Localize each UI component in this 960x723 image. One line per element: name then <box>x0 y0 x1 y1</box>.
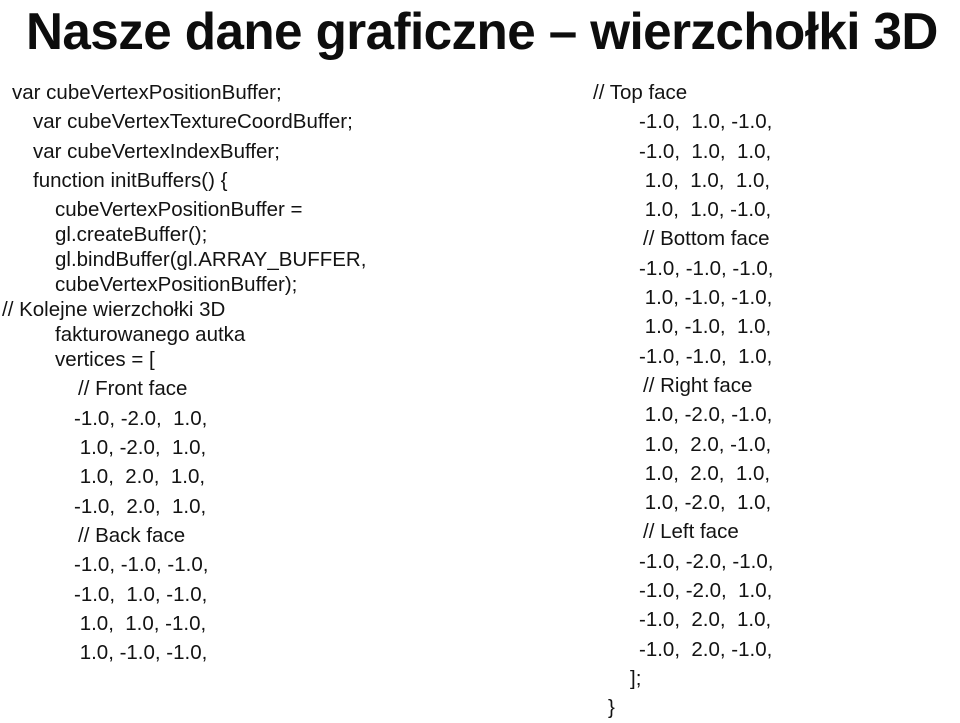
code-line: fakturowanego autka <box>55 323 246 347</box>
code-line: -1.0, 2.0, 1.0, <box>639 608 772 632</box>
code-line: // Left face <box>643 520 739 544</box>
code-block-right: // Top face -1.0, 1.0, -1.0, -1.0, 1.0, 1.… <box>593 78 960 723</box>
code-line: 1.0, -2.0, 1.0, <box>74 436 207 460</box>
code-line: 1.0, -1.0, 1.0, <box>639 315 772 339</box>
code-line: 1.0, -1.0, -1.0, <box>639 286 773 310</box>
code-line: var cubeVertexPositionBuffer; <box>12 81 282 104</box>
slide-title: Nasze dane graficzne – wierzchołki 3D <box>26 3 938 61</box>
code-line: // Right face <box>643 373 753 397</box>
code-line: -1.0, -1.0, 1.0, <box>639 344 773 368</box>
code-line: -1.0, 1.0, -1.0, <box>74 582 208 606</box>
code-line: 1.0, 2.0, 1.0, <box>639 461 771 485</box>
code-line: -1.0, 2.0, -1.0, <box>639 637 773 661</box>
code-line: gl.createBuffer(); <box>55 223 208 247</box>
code-line: vertices = [ <box>55 348 155 372</box>
code-line: // Kolejne wierzchołki 3D <box>2 298 226 322</box>
code-line: -1.0, 1.0, 1.0, <box>639 139 772 163</box>
code-line: -1.0, -2.0, 1.0, <box>639 579 773 603</box>
code-line: // Top face <box>593 81 688 104</box>
code-line: // Bottom face <box>643 227 770 251</box>
code-line: var cubeVertexTextureCoordBuffer; <box>33 110 353 134</box>
code-line: 1.0, 2.0, -1.0, <box>639 432 772 456</box>
code-line: // Front face <box>78 377 188 401</box>
code-line: cubeVertexPositionBuffer = <box>55 198 303 222</box>
code-line: var cubeVertexIndexBuffer; <box>33 139 280 163</box>
code-line: 1.0, 1.0, 1.0, <box>639 168 771 192</box>
code-line: } <box>608 696 615 720</box>
code-line: 1.0, -2.0, 1.0, <box>639 491 772 515</box>
code-line: -1.0, 1.0, -1.0, <box>639 110 773 134</box>
code-line: cubeVertexPositionBuffer); <box>55 273 298 297</box>
code-line: -1.0, -1.0, -1.0, <box>639 256 774 280</box>
code-line: 1.0, 1.0, -1.0, <box>74 611 207 635</box>
slide: Nasze dane graficzne – wierzchołki 3D va… <box>0 0 960 719</box>
code-line: // Back face <box>78 523 186 547</box>
slide-body: var cubeVertexPositionBuffer; var cubeVer… <box>0 78 960 719</box>
code-line: -1.0, -2.0, 1.0, <box>74 406 208 430</box>
code-line: 1.0, 2.0, 1.0, <box>74 465 206 489</box>
code-line: gl.bindBuffer(gl.ARRAY_BUFFER, <box>55 248 367 272</box>
code-line: 1.0, 1.0, -1.0, <box>639 198 772 222</box>
code-line: -1.0, -2.0, -1.0, <box>639 549 774 573</box>
code-line: -1.0, -1.0, -1.0, <box>74 553 209 577</box>
code-line: ]; <box>630 666 642 690</box>
code-line: 1.0, -2.0, -1.0, <box>639 403 773 427</box>
code-line: 1.0, -1.0, -1.0, <box>74 641 208 665</box>
code-line: -1.0, 2.0, 1.0, <box>74 494 207 518</box>
code-line: function initBuffers() { <box>33 168 228 192</box>
code-block-left: var cubeVertexPositionBuffer; var cubeVer… <box>0 78 430 667</box>
